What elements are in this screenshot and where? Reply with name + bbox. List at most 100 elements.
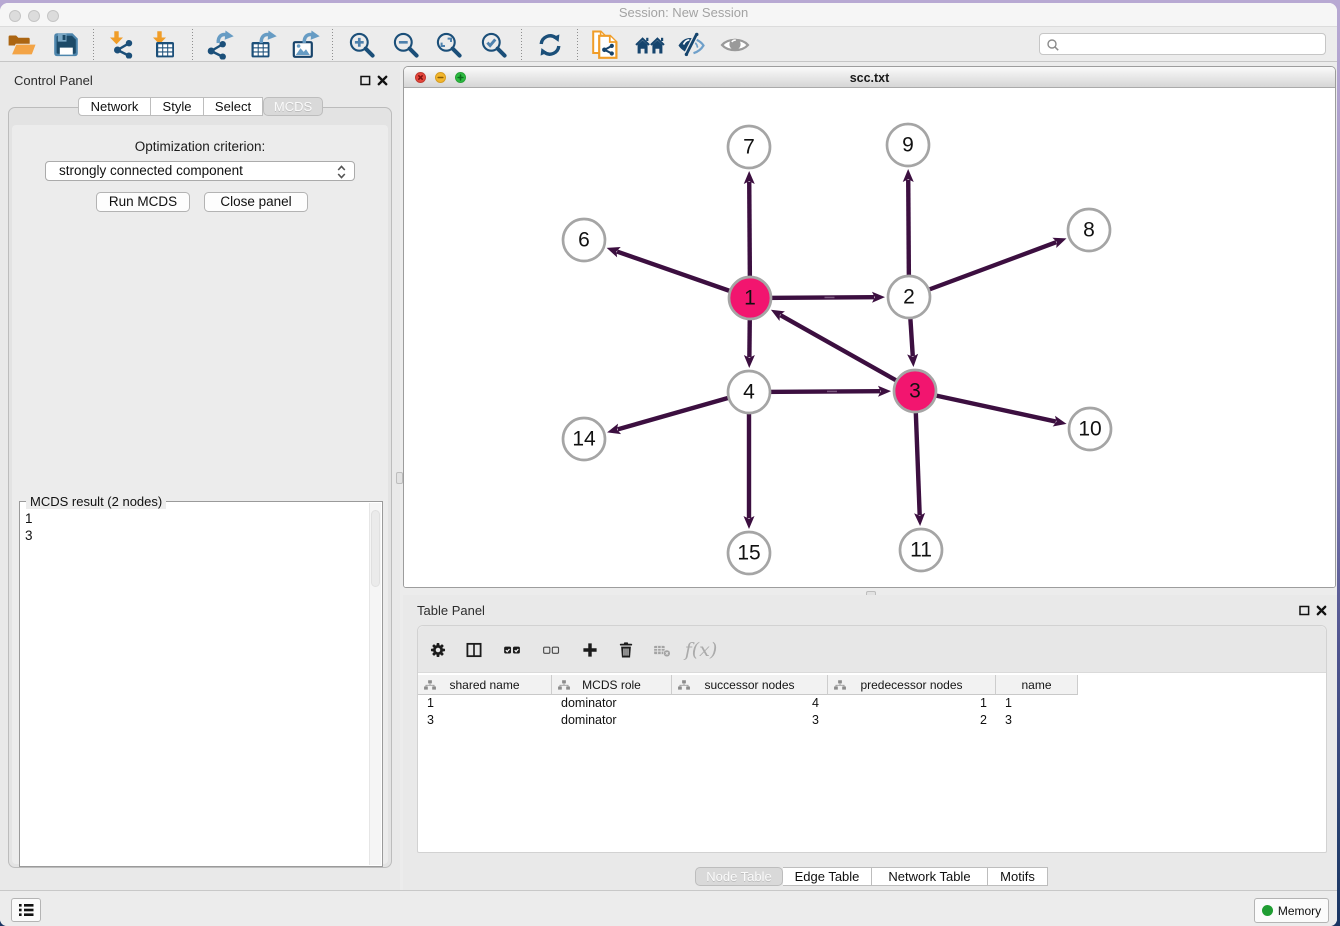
network-canvas[interactable]: 7968124314101511 [404,89,1335,587]
table-cell[interactable]: 3 [996,712,1078,729]
memory-button[interactable]: Memory [1254,898,1329,923]
zoom-selected-button[interactable] [476,29,512,60]
task-list-icon [18,903,34,917]
export-table-button[interactable] [244,29,280,60]
zoom-in-button[interactable] [344,29,380,60]
refresh-button[interactable] [532,29,568,60]
column-header-name[interactable]: name [996,675,1078,695]
hide-selected-button[interactable] [673,29,709,60]
table-cell[interactable]: 3 [418,712,552,729]
export-image-button[interactable] [287,29,323,60]
close-window-button[interactable] [9,10,21,22]
table-cell[interactable]: 4 [672,695,828,712]
dropdown-arrows-icon [337,165,346,179]
export-img-icon [290,30,320,60]
tree-icon [833,679,847,692]
toolbar-separator [192,29,193,60]
table-settings-button[interactable] [421,636,455,664]
zoom-out-button[interactable] [388,29,424,60]
import-table-icon [150,30,180,60]
status-bar: Memory [0,890,1337,926]
open-session-button[interactable] [4,29,40,60]
tab-network-table[interactable]: Network Table [872,867,988,886]
close-table-panel-icon[interactable] [1316,605,1327,616]
create-column-button[interactable] [573,636,607,664]
import-table-button[interactable] [147,29,183,60]
edge-2-8[interactable] [909,242,1056,297]
home-button[interactable] [632,29,668,60]
table-row[interactable]: 3dominator323 [418,712,1078,729]
table-cell[interactable]: dominator [552,695,672,712]
tree-icon [423,679,437,692]
result-scrollbar[interactable] [369,503,381,865]
tab-style[interactable]: Style [151,97,204,116]
network-from-file-button[interactable] [588,29,624,60]
tab-mcds[interactable]: MCDS [263,97,323,116]
table-row[interactable]: 1dominator411 [418,695,1078,712]
table-x-icon [653,641,671,659]
search-icon [1046,38,1060,52]
mcds-result-list[interactable]: 13 [20,511,369,864]
save-session-button[interactable] [48,29,84,60]
uncheck-pair-icon [542,641,560,659]
main-toolbar [0,27,1337,62]
tab-edge-table[interactable]: Edge Table [783,867,872,886]
node-table-container: f(x) shared nameMCDS rolesuccessor nodes… [417,625,1327,853]
edge-3-1[interactable] [780,315,915,391]
open-icon [7,30,37,60]
save-icon [51,30,81,60]
column-layout-button[interactable] [457,636,491,664]
search-box[interactable] [1039,33,1326,55]
table-cell[interactable]: 1 [828,695,996,712]
toolbar-separator [521,29,522,60]
vertical-splitter-grip[interactable] [396,472,403,484]
refresh-icon [535,30,565,60]
export-network-button[interactable] [201,29,237,60]
delete-column-button[interactable] [609,636,643,664]
mcds-result-item[interactable]: 3 [20,528,369,545]
criterion-dropdown[interactable]: strongly connected component [45,161,355,181]
column-header-shared-name[interactable]: shared name [418,675,552,695]
network-graph[interactable]: 7968124314101511 [404,89,1335,587]
table-cell[interactable]: 3 [672,712,828,729]
run-mcds-button[interactable]: Run MCDS [96,192,190,212]
show-all-button[interactable] [717,29,753,60]
import-network-button[interactable] [103,29,139,60]
table-header-row: shared name MCDS rolesuccessor nodesprede… [418,675,1078,695]
export-net-icon [204,30,234,60]
tab-motifs[interactable]: Motifs [988,867,1048,886]
zoom-sel-icon [479,30,509,60]
mcds-result-item[interactable]: 1 [20,511,369,528]
column-header-label: shared name [449,678,519,692]
column-header-successor-nodes[interactable]: successor nodes [672,675,828,695]
float-table-panel-icon[interactable] [1299,605,1310,616]
table-cell[interactable]: 1 [418,695,552,712]
zoom-fit-button[interactable] [431,29,467,60]
tab-node-table[interactable]: Node Table [695,867,783,886]
close-panel-button[interactable]: Close panel [204,192,308,212]
search-input[interactable] [1063,35,1321,53]
node-table[interactable]: shared name MCDS rolesuccessor nodesprede… [418,673,1326,852]
table-cell[interactable]: 1 [996,695,1078,712]
graph-node-label: 6 [578,229,590,252]
tab-network[interactable]: Network [78,97,151,116]
table-cell[interactable]: dominator [552,712,672,729]
window-titlebar: Session: New Session [0,3,1337,27]
graph-node-label: 15 [737,542,760,565]
column-header-MCDS-role[interactable]: MCDS role [552,675,672,695]
graph-node-label: 3 [909,380,921,403]
table-cell[interactable]: 2 [828,712,996,729]
mcds-result-title: MCDS result (2 nodes) [26,494,166,509]
deselect-all-button[interactable] [534,636,568,664]
task-history-button[interactable] [11,898,41,922]
net-file-icon [591,30,621,60]
tab-select[interactable]: Select [204,97,263,116]
close-panel-icon[interactable] [377,75,388,86]
zoom-in-icon [347,30,377,60]
zoom-out-icon [391,30,421,60]
select-all-button[interactable] [495,636,529,664]
trash-icon [617,641,635,659]
float-panel-icon[interactable] [360,75,371,86]
column-header-predecessor-nodes[interactable]: predecessor nodes [828,675,996,695]
result-scrollbar-thumb[interactable] [371,510,380,587]
